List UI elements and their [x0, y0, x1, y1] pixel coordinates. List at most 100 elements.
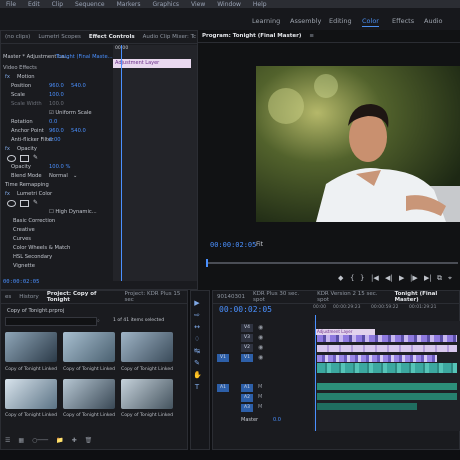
video-clip-v1[interactable]: [317, 355, 437, 362]
ripple-edit-tool-icon[interactable]: ↔: [193, 323, 201, 331]
eye-icon[interactable]: ◉: [258, 354, 263, 361]
menu-view[interactable]: View: [191, 1, 205, 8]
adjustment-layer-clip[interactable]: Adjustment Layer: [315, 329, 375, 335]
menu-graphics[interactable]: Graphics: [153, 1, 180, 8]
program-playhead[interactable]: [206, 259, 208, 267]
menu-sequence[interactable]: Sequence: [75, 1, 105, 8]
bin-thumbnail[interactable]: [5, 379, 57, 409]
new-bin-icon[interactable]: 📁: [56, 437, 63, 444]
new-item-icon[interactable]: ✚: [72, 437, 77, 444]
fit-select[interactable]: Fit: [256, 241, 263, 248]
audio-clip-a2[interactable]: [317, 393, 457, 400]
source-patch-v1[interactable]: V1: [217, 354, 229, 362]
blend-mode-select[interactable]: Normal: [49, 173, 68, 179]
bin-thumbnail[interactable]: [5, 332, 57, 362]
creative-item[interactable]: Creative: [13, 227, 35, 233]
master-volume-value[interactable]: 0.0: [273, 417, 281, 423]
opacity-section[interactable]: Opacity: [17, 146, 37, 152]
razor-tool-icon[interactable]: ♢: [193, 335, 201, 343]
menu-help[interactable]: Help: [253, 1, 267, 8]
panel-menu-icon[interactable]: ≡: [309, 33, 314, 39]
motion-label[interactable]: Motion: [17, 74, 35, 80]
zoom-slider-icon[interactable]: ○───: [32, 437, 48, 444]
tab-sequence-90140301[interactable]: 90140301: [217, 294, 245, 300]
track-header-v2[interactable]: V2 ◉: [213, 344, 313, 353]
program-scrubber[interactable]: [206, 259, 458, 267]
opacity-value[interactable]: 100.0 %: [49, 164, 70, 170]
bin-thumbnail[interactable]: [63, 332, 115, 362]
list-view-icon[interactable]: ☰: [5, 437, 10, 444]
track-label[interactable]: V2: [241, 344, 253, 352]
trash-icon[interactable]: 🗑: [85, 437, 93, 444]
rotation-value[interactable]: 0.0: [49, 119, 57, 125]
menu-window[interactable]: Window: [217, 1, 241, 8]
menu-markers[interactable]: Markers: [117, 1, 141, 8]
timeline-tracks[interactable]: Adjustment Layer: [313, 315, 460, 431]
eye-icon[interactable]: ◉: [258, 334, 263, 341]
track-label[interactable]: V3: [241, 334, 253, 342]
track-header-a1[interactable]: A1 A1 M: [213, 384, 313, 393]
tab-project-kdr-plus[interactable]: Project: KDR Plus 15 sec: [125, 291, 187, 303]
tab-no-clips[interactable]: (no clips): [5, 34, 30, 40]
tab-effects[interactable]: es: [5, 294, 11, 300]
bin-thumbnail[interactable]: [121, 379, 173, 409]
mute-button[interactable]: M: [258, 404, 262, 410]
color-wheels-item[interactable]: Color Wheels & Match: [13, 245, 70, 251]
rectangle-mask-icon[interactable]: [20, 155, 29, 162]
tab-history[interactable]: History: [19, 294, 39, 300]
add-marker-button[interactable]: ◆: [338, 274, 343, 282]
play-button[interactable]: ▶: [399, 274, 404, 282]
workspace-learning[interactable]: Learning: [252, 17, 280, 25]
track-select-tool-icon[interactable]: ⇨: [193, 311, 201, 319]
pen-tool-icon[interactable]: ✎: [193, 359, 201, 367]
search-icon[interactable]: ⌕: [97, 318, 100, 325]
track-label[interactable]: V1: [241, 354, 253, 362]
selection-tool-icon[interactable]: ▶: [193, 299, 201, 307]
hsl-secondary-item[interactable]: HSL Secondary: [13, 254, 52, 260]
track-header-a2[interactable]: A2 M: [213, 394, 313, 403]
workspace-audio[interactable]: Audio: [424, 17, 442, 25]
position-x[interactable]: 960.0: [49, 83, 64, 89]
playhead[interactable]: [121, 45, 122, 281]
effect-controls-timecode[interactable]: 00:00:02:05: [3, 279, 39, 285]
workspace-color[interactable]: Color: [362, 17, 379, 27]
rectangle-mask-icon[interactable]: [20, 200, 29, 207]
track-header-v1[interactable]: V1 V1 ◉: [213, 354, 313, 363]
source-patch-a1[interactable]: A1: [217, 384, 229, 392]
curves-item[interactable]: Curves: [13, 236, 31, 242]
step-back-button[interactable]: ◀|: [385, 274, 393, 282]
program-timecode[interactable]: 00:00:02:05: [210, 241, 256, 249]
tab-kdr-plus-30[interactable]: KDR Plus 30 sec. spot: [253, 291, 309, 303]
project-search-input[interactable]: [5, 317, 97, 326]
chevron-down-icon[interactable]: ⌄: [73, 173, 77, 179]
effect-controls-timeline[interactable]: 00:00 Adjustment Layer: [113, 45, 197, 281]
tab-lumetri-scopes[interactable]: Lumetri Scopes: [38, 34, 81, 40]
video-clip-v2[interactable]: [317, 345, 457, 352]
step-forward-button[interactable]: |▶: [410, 274, 418, 282]
mute-button[interactable]: M: [258, 384, 262, 390]
type-tool-icon[interactable]: T: [193, 383, 201, 391]
audio-clip-a3[interactable]: [317, 403, 417, 410]
timeline-playhead[interactable]: [315, 315, 316, 431]
scale-value[interactable]: 100.0: [49, 92, 64, 98]
mute-button[interactable]: M: [258, 394, 262, 400]
track-label[interactable]: A1: [241, 384, 253, 392]
slip-tool-icon[interactable]: ↹: [193, 347, 201, 355]
go-to-in-button[interactable]: |◀: [371, 274, 379, 282]
timeline-timecode[interactable]: 00:00:02:05: [219, 305, 272, 314]
sequence-label[interactable]: Tonight (Final Maste...: [56, 54, 113, 60]
track-label[interactable]: A3: [241, 404, 253, 412]
menu-edit[interactable]: Edit: [28, 1, 40, 8]
mark-in-button[interactable]: {: [350, 274, 354, 282]
tab-tonight-final-master[interactable]: Tonight (Final Master): [395, 291, 459, 303]
track-label[interactable]: A2: [241, 394, 253, 402]
video-clip-v3[interactable]: [317, 335, 457, 342]
vignette-item[interactable]: Vignette: [13, 263, 35, 269]
time-remapping-section[interactable]: Time Remapping: [5, 182, 49, 188]
antiflicker-value[interactable]: 0.00: [49, 137, 61, 143]
ellipse-mask-icon[interactable]: [7, 200, 16, 207]
workspace-editing[interactable]: Editing: [329, 17, 352, 25]
position-y[interactable]: 540.0: [71, 83, 86, 89]
program-title[interactable]: Program: Tonight (Final Master): [202, 33, 301, 39]
tab-audio-clip-mixer[interactable]: Audio Clip Mixer: Tc: [143, 34, 196, 40]
